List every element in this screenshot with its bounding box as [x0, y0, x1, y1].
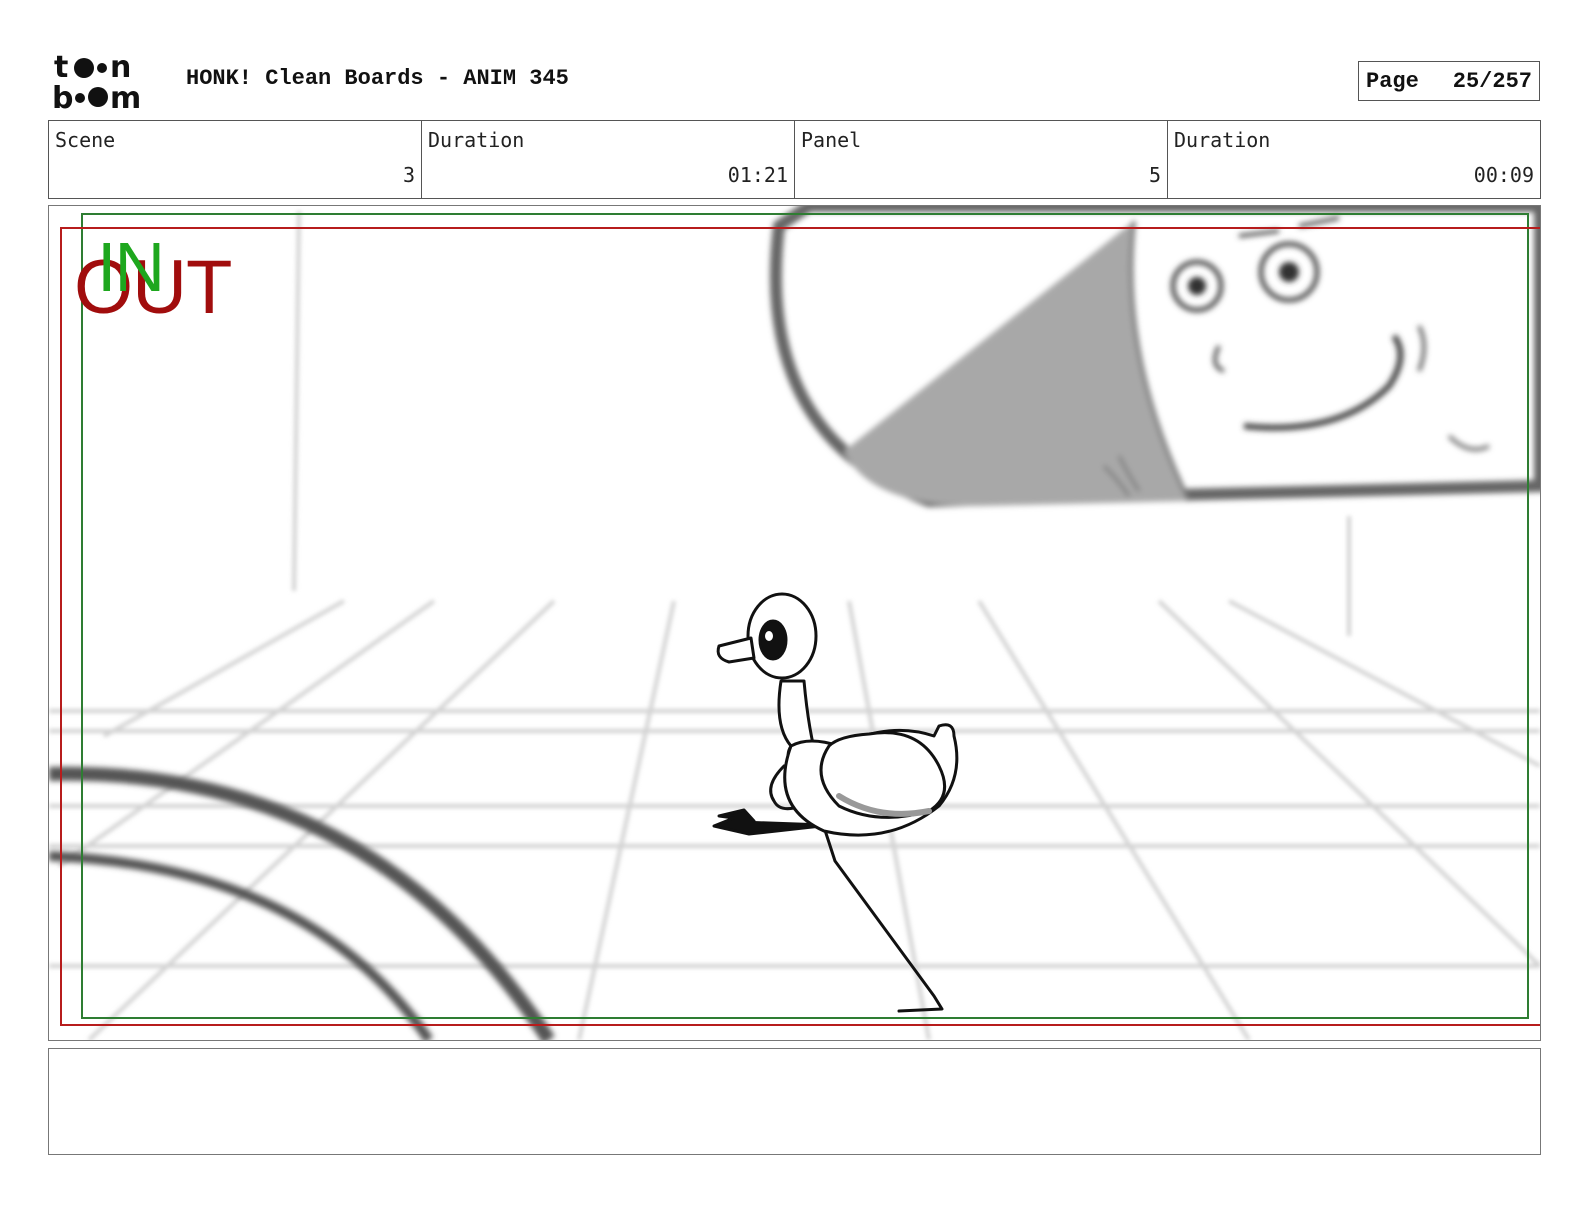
panel-duration-value: 00:09: [1473, 163, 1534, 187]
svg-text:b: b: [52, 81, 73, 112]
scene-duration-value: 01:21: [727, 163, 788, 187]
storyboard-panel: OUT IN: [48, 205, 1541, 1041]
scene-label: Scene: [55, 128, 116, 152]
panel-duration-cell: Duration 00:09: [1168, 121, 1540, 198]
background-character: [769, 206, 1540, 508]
in-marker: IN: [97, 228, 165, 306]
scene-duration-label: Duration: [428, 128, 525, 152]
page-label: Page: [1366, 68, 1419, 94]
svg-text:n: n: [110, 50, 131, 85]
document-title: HONK! Clean Boards - ANIM 345: [186, 66, 569, 91]
scene-duration-cell: Duration 01:21: [422, 121, 795, 198]
scene-cell: Scene 3: [49, 121, 422, 198]
page-indicator: Page 25/257: [1358, 61, 1540, 101]
svg-text:m: m: [110, 81, 141, 112]
panel-drawing: [49, 206, 1540, 1040]
panel-notes-box: [48, 1048, 1541, 1155]
foreground-arcs: [49, 766, 555, 1040]
toon-boom-logo: t n b m: [52, 50, 164, 112]
page-number: 25/257: [1452, 68, 1532, 94]
scene-info-table: Scene 3 Duration 01:21 Panel 5 Duration …: [48, 120, 1541, 199]
panel-label: Panel: [801, 128, 862, 152]
scene-number: 3: [402, 163, 415, 187]
panel-duration-label: Duration: [1174, 128, 1271, 152]
panel-number: 5: [1148, 163, 1161, 187]
panel-cell: Panel 5: [795, 121, 1168, 198]
svg-text:t: t: [54, 50, 68, 85]
goose-character: [712, 592, 959, 1013]
